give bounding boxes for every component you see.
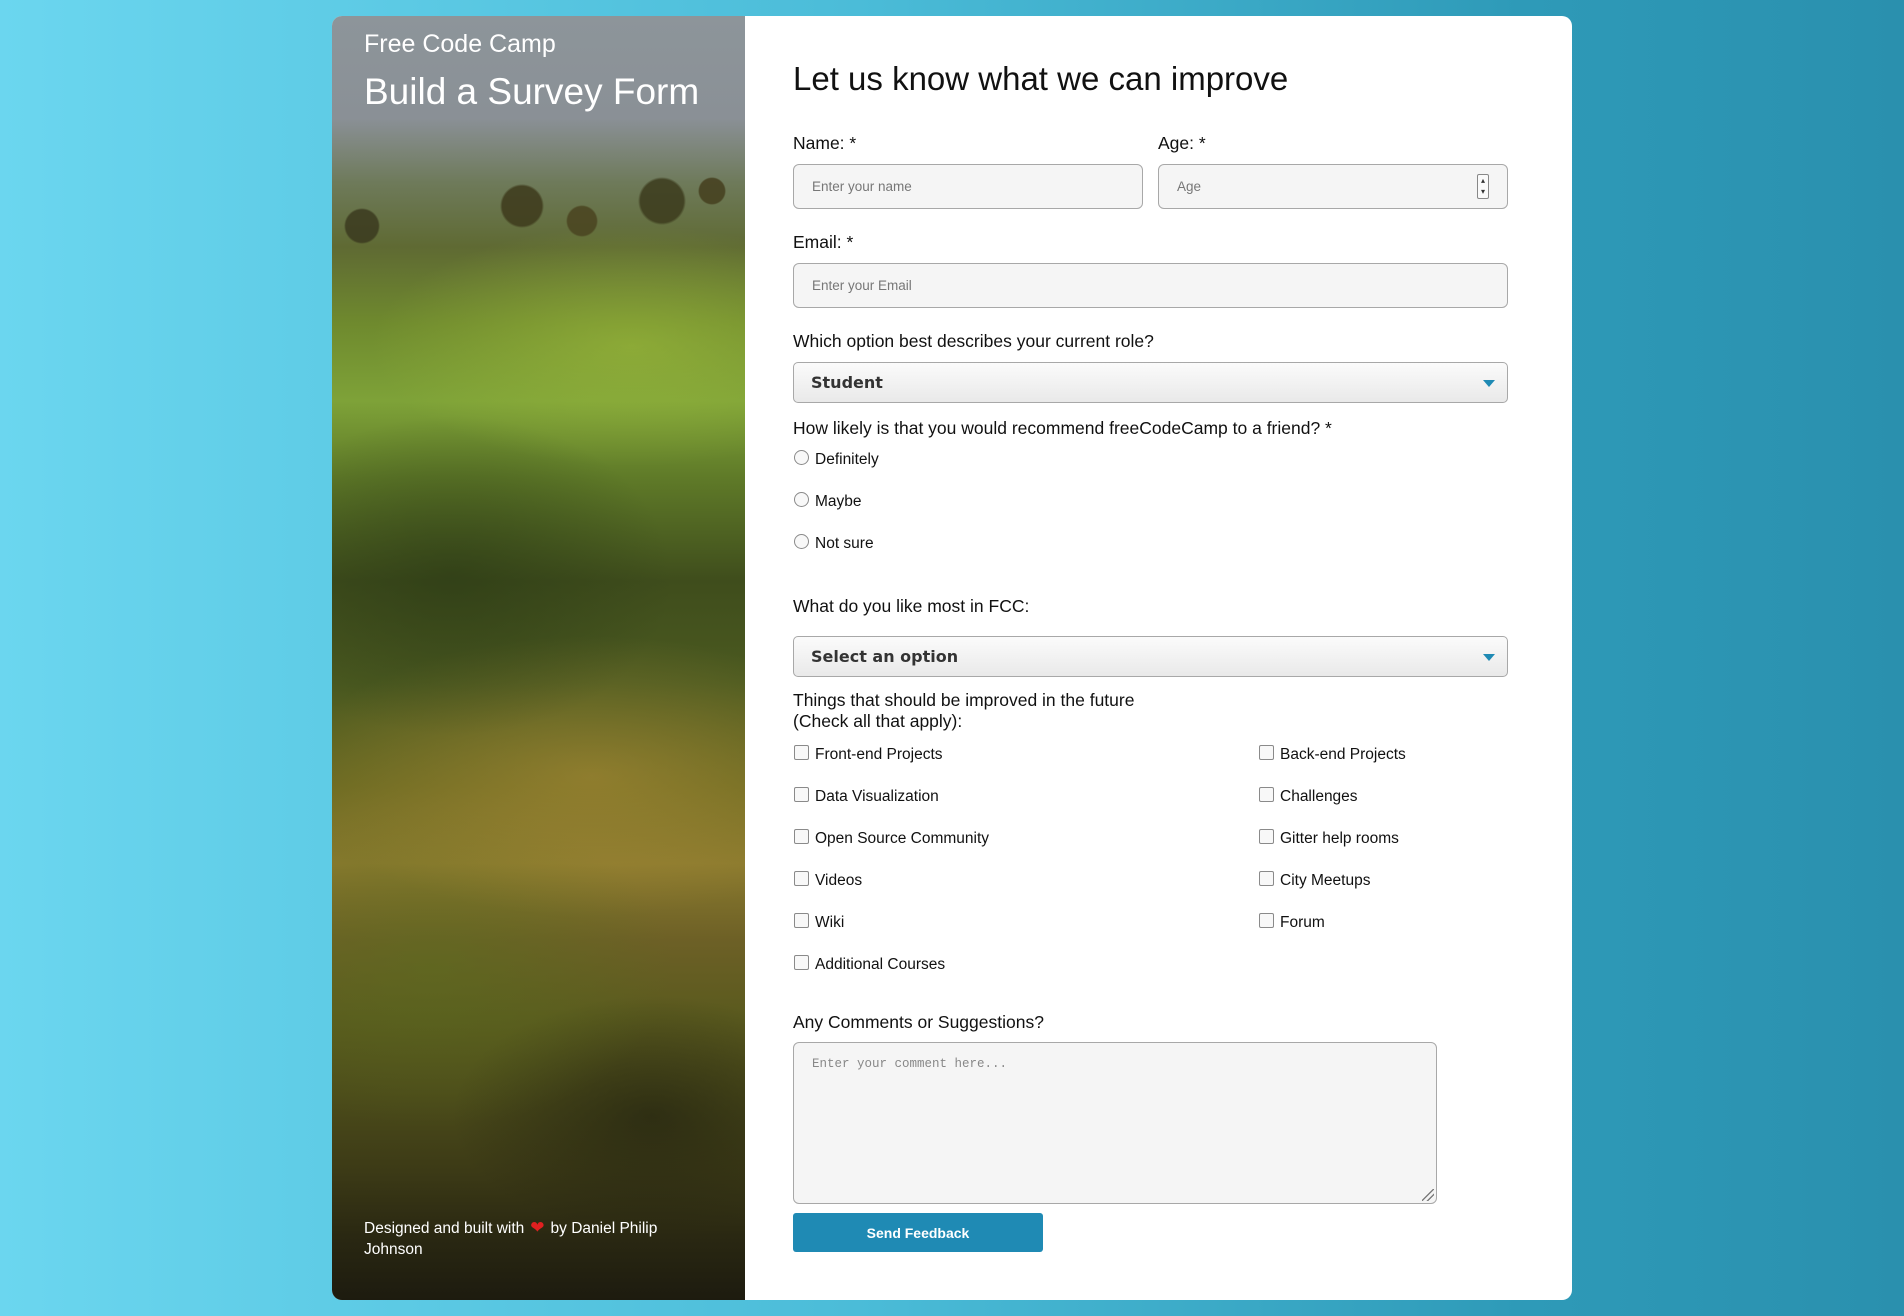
checkbox-back-end-projects[interactable] (1259, 745, 1274, 760)
checkbox-label: Back-end Projects (1280, 746, 1406, 763)
checkbox-label: Front-end Projects (815, 746, 943, 763)
radio-definitely[interactable] (794, 450, 809, 465)
checkbox-label: City Meetups (1280, 872, 1371, 889)
checkbox-label: Data Visualization (815, 788, 939, 805)
checkbox-wiki[interactable] (794, 913, 809, 928)
email-label: Email: * (793, 232, 854, 252)
checkbox-label: Wiki (815, 914, 845, 931)
survey-form: Let us know what we can improve Name: * … (745, 16, 1572, 1300)
radio-label-definitely: Definitely (815, 451, 879, 468)
checkbox-additional-courses[interactable] (794, 955, 809, 970)
survey-card: Free Code Camp Build a Survey Form Desig… (332, 16, 1572, 1300)
name-input[interactable]: Enter your name (793, 164, 1143, 209)
radio-label-maybe: Maybe (815, 493, 862, 510)
age-placeholder: Age (1177, 179, 1202, 194)
comments-placeholder: Enter your comment here... (812, 1057, 1008, 1071)
checkbox-label: Forum (1280, 914, 1325, 931)
age-label: Age: * (1158, 133, 1206, 153)
radio-maybe[interactable] (794, 492, 809, 507)
like-select[interactable]: Select an option (793, 636, 1508, 677)
name-placeholder: Enter your name (812, 179, 912, 194)
improve-label: Things that should be improved in the fu… (793, 690, 1134, 732)
chevron-down-icon (1483, 380, 1495, 387)
role-selected-value: Student (811, 373, 883, 392)
heart-icon: ❤ (530, 1218, 545, 1237)
checkbox-front-end-projects[interactable] (794, 745, 809, 760)
checkbox-city-meetups[interactable] (1259, 871, 1274, 886)
number-spinner-icon[interactable]: ▴ ▾ (1477, 174, 1489, 199)
checkbox-forum[interactable] (1259, 913, 1274, 928)
radio-label-not-sure: Not sure (815, 535, 874, 552)
checkbox-label: Open Source Community (815, 830, 990, 847)
improve-label-line1: Things that should be improved in the fu… (793, 690, 1135, 710)
comments-label: Any Comments or Suggestions? (793, 1012, 1044, 1032)
recommend-label: How likely is that you would recommend f… (793, 418, 1332, 438)
checkbox-challenges[interactable] (1259, 787, 1274, 802)
comments-textarea[interactable]: Enter your comment here... (793, 1042, 1437, 1204)
checkbox-label: Videos (815, 872, 863, 889)
checkbox-label: Additional Courses (815, 956, 946, 973)
checkbox-data-visualization[interactable] (794, 787, 809, 802)
chevron-down-icon (1483, 654, 1495, 661)
checkbox-videos[interactable] (794, 871, 809, 886)
name-label: Name: * (793, 133, 857, 153)
improve-label-line2: (Check all that apply): (793, 711, 963, 731)
tree-silhouettes (332, 166, 745, 286)
sidebar-header: Free Code Camp Build a Survey Form (364, 30, 699, 113)
checkbox-gitter-help-rooms[interactable] (1259, 829, 1274, 844)
footer-prefix: Designed and built with (364, 1220, 525, 1237)
like-selected-value: Select an option (811, 647, 959, 666)
sidebar-hero-image: Free Code Camp Build a Survey Form Desig… (332, 16, 745, 1300)
checkbox-open-source-community[interactable] (794, 829, 809, 844)
radio-not-sure[interactable] (794, 534, 809, 549)
checkbox-label: Gitter help rooms (1280, 830, 1399, 847)
like-label: What do you like most in FCC: (793, 596, 1030, 616)
resize-handle-icon[interactable] (1422, 1189, 1434, 1201)
email-placeholder: Enter your Email (812, 278, 912, 293)
page-title: Build a Survey Form (364, 71, 700, 112)
email-input[interactable]: Enter your Email (793, 263, 1508, 308)
age-input[interactable]: Age ▴ ▾ (1158, 164, 1508, 209)
checkbox-label: Challenges (1280, 788, 1358, 805)
brand-name: Free Code Camp (364, 30, 556, 58)
send-feedback-button[interactable]: Send Feedback (793, 1213, 1043, 1252)
sidebar-footer: Designed and built with ❤ by Daniel Philip… (364, 1217, 694, 1260)
role-select[interactable]: Student (793, 362, 1508, 403)
form-heading: Let us know what we can improve (793, 60, 1289, 97)
role-label: Which option best describes your current… (793, 331, 1154, 351)
